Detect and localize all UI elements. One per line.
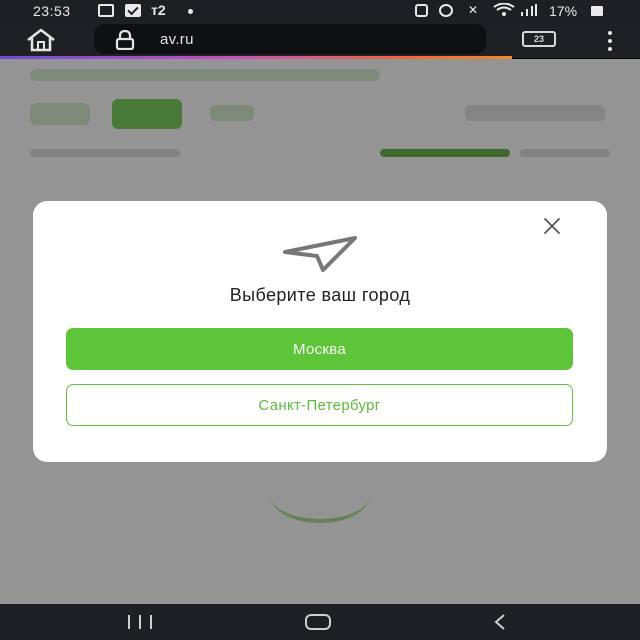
moscow-button[interactable]: Москва: [66, 328, 573, 370]
wifi-icon: [492, 3, 516, 16]
more-menu-icon[interactable]: [600, 30, 620, 52]
screenshot-icon: [415, 4, 428, 17]
navigation-arrow-icon: [279, 234, 361, 276]
alarm-icon: [439, 4, 453, 17]
battery-icon: [591, 6, 603, 16]
mute-icon: ✕: [467, 2, 479, 17]
status-time: 23:53: [33, 3, 71, 19]
tabs-count-button[interactable]: 23: [522, 31, 556, 47]
lock-icon: [114, 29, 136, 51]
notification-dot-icon: [188, 9, 193, 14]
home-nav-icon[interactable]: [305, 614, 331, 630]
url-text: av.ru: [160, 31, 194, 48]
carrier-label: т2: [151, 2, 166, 18]
signal-icon: [519, 3, 539, 16]
system-nav-bar: [0, 604, 640, 640]
status-bar: 23:53 т2 ✕ 17%: [0, 0, 640, 22]
home-icon[interactable]: [24, 28, 58, 52]
recent-apps-icon[interactable]: [128, 615, 152, 629]
saint-petersburg-button[interactable]: Санкт-Петербург: [66, 384, 573, 426]
mail-icon: [125, 4, 141, 17]
close-icon[interactable]: [540, 214, 564, 238]
back-icon[interactable]: [492, 614, 508, 630]
address-bar[interactable]: av.ru: [94, 24, 486, 54]
photo-icon: [98, 4, 114, 17]
battery-percent: 17%: [549, 3, 578, 19]
browser-toolbar: av.ru 23: [0, 22, 640, 58]
dialog-title: Выберите ваш город: [229, 285, 411, 305]
